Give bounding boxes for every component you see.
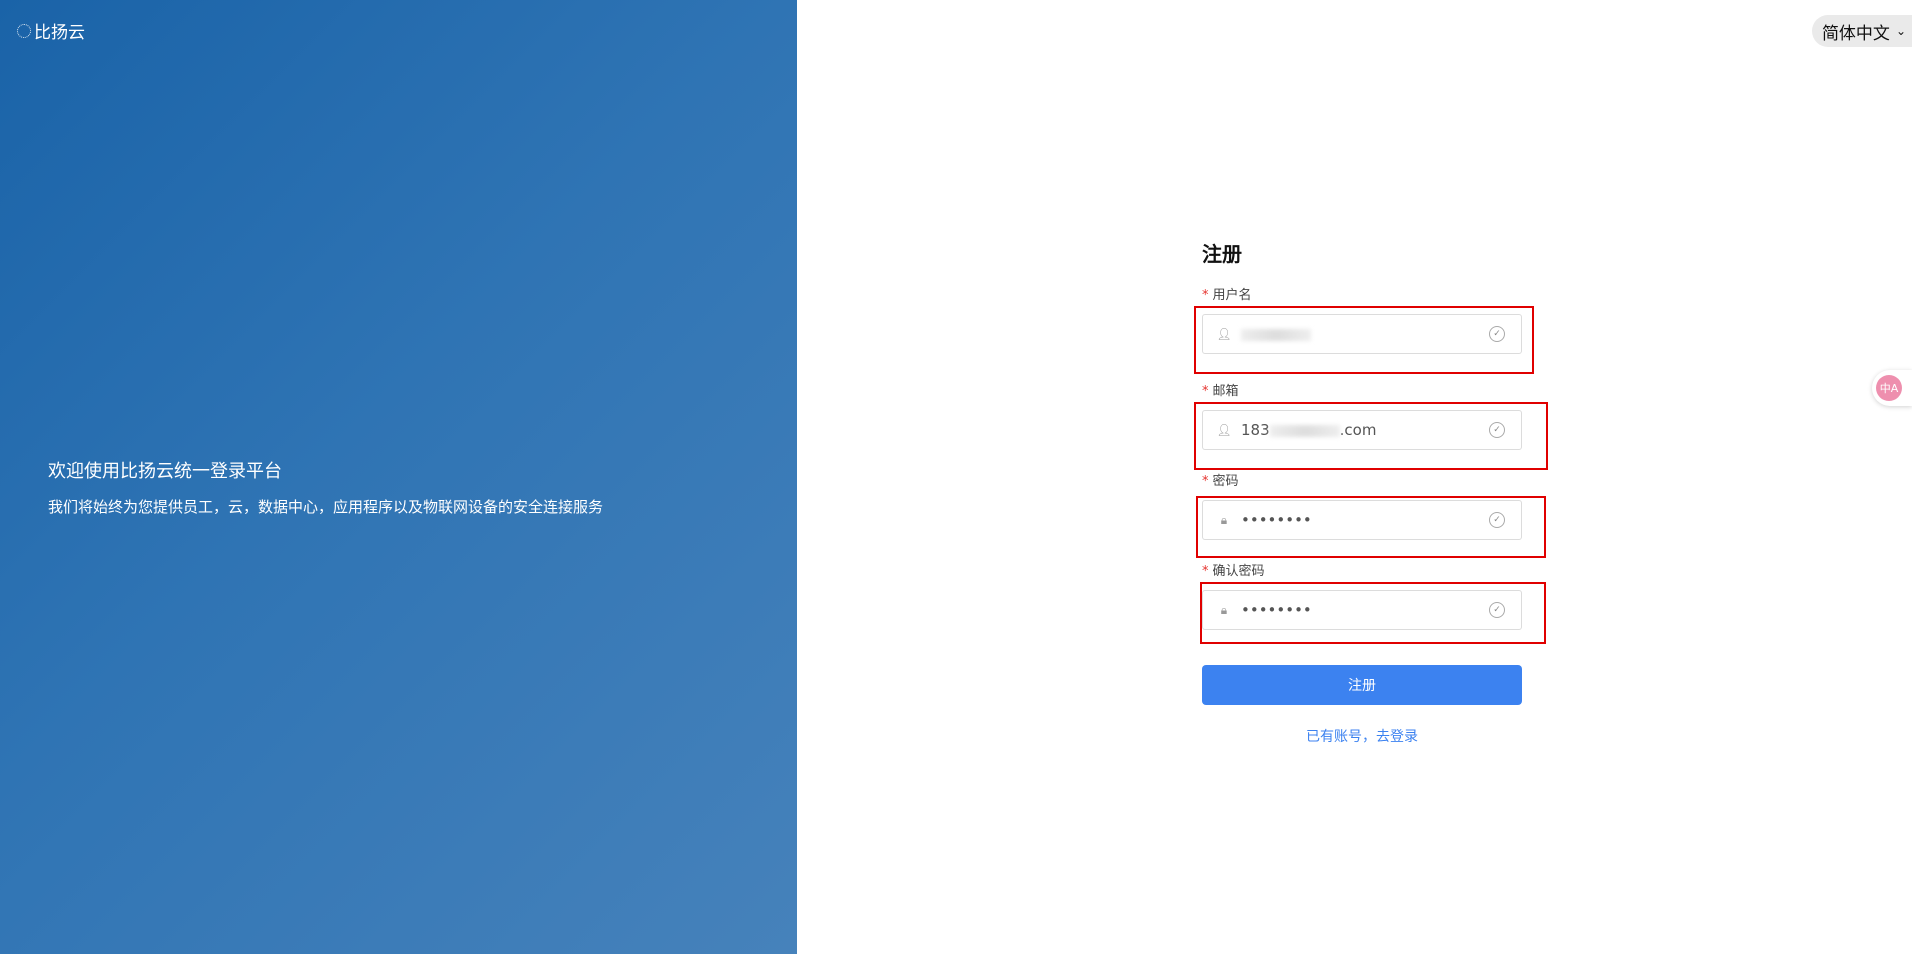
welcome-title: 欢迎使用比扬云统一登录平台 bbox=[48, 461, 282, 482]
username-value bbox=[1241, 325, 1489, 343]
email-value: 183 .com bbox=[1241, 421, 1377, 439]
register-button[interactable]: 注册 bbox=[1202, 665, 1522, 705]
brand: 比扬云 bbox=[17, 18, 85, 43]
left-hero-panel: 比扬云 欢迎使用比扬云统一登录平台 我们将始终为您提供员工，云，数据中心，应用程… bbox=[0, 0, 797, 954]
check-circle-icon: ✓ bbox=[1489, 512, 1505, 528]
password-value: •••••••• bbox=[1241, 511, 1312, 529]
username-input[interactable]: 👤︎ ✓ bbox=[1202, 314, 1522, 354]
password-input[interactable]: 🔒︎ •••••••• ✓ bbox=[1202, 500, 1522, 540]
user-icon: 👤︎ bbox=[1216, 423, 1232, 437]
check-circle-icon: ✓ bbox=[1489, 326, 1505, 342]
confirm-password-value: •••••••• bbox=[1241, 601, 1312, 619]
password-label: * 密码 bbox=[1202, 474, 1239, 489]
lock-icon: 🔒︎ bbox=[1220, 512, 1228, 527]
welcome-subtitle: 我们将始终为您提供员工，云，数据中心，应用程序以及物联网设备的安全连接服务 bbox=[48, 498, 604, 516]
lock-icon: 🔒︎ bbox=[1220, 602, 1228, 617]
language-select[interactable]: 简体中文 ⌄ bbox=[1812, 15, 1912, 47]
register-form: 注册 * 用户名 👤︎ ✓ * 邮箱 👤︎ 183 .com ✓ * 密码 🔒︎ •••… bbox=[1202, 238, 1522, 745]
confirm-password-input[interactable]: 🔒︎ •••••••• ✓ bbox=[1202, 590, 1522, 630]
translate-widget[interactable]: 中A bbox=[1872, 370, 1912, 406]
translate-icon: 中A bbox=[1876, 375, 1902, 401]
confirm-password-label: * 确认密码 bbox=[1202, 564, 1265, 579]
user-icon: 👤︎ bbox=[1216, 327, 1232, 341]
language-selected: 简体中文 bbox=[1821, 23, 1890, 44]
chevron-down-icon: ⌄ bbox=[1895, 24, 1906, 38]
email-input[interactable]: 👤︎ 183 .com ✓ bbox=[1202, 410, 1522, 450]
go-login-link[interactable]: 已有账号，去登录 bbox=[1202, 726, 1522, 746]
email-label: * 邮箱 bbox=[1202, 384, 1239, 399]
username-label: * 用户名 bbox=[1202, 288, 1252, 303]
check-circle-icon: ✓ bbox=[1489, 422, 1505, 438]
loading-dots-icon bbox=[17, 23, 31, 38]
brand-name: 比扬云 bbox=[34, 23, 85, 43]
form-title: 注册 bbox=[1202, 242, 1242, 266]
check-circle-icon: ✓ bbox=[1489, 602, 1505, 618]
required-mark: * bbox=[1202, 288, 1209, 303]
blurred-text bbox=[1269, 424, 1340, 437]
blurred-text bbox=[1241, 328, 1311, 341]
